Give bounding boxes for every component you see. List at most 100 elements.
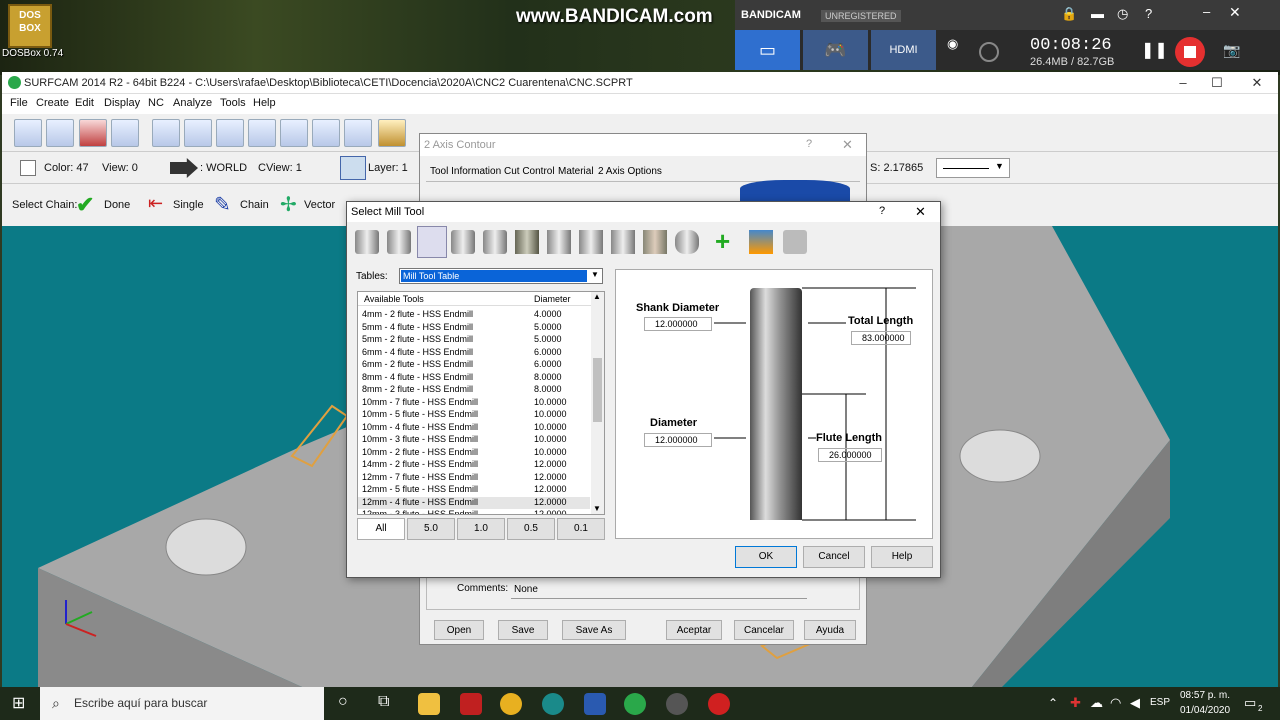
cortana-icon[interactable]: ○ [338, 693, 348, 711]
dosbox-icon[interactable]: DOS BOX [8, 4, 52, 48]
arduino-icon[interactable] [542, 693, 564, 715]
color-swatch[interactable] [20, 160, 36, 176]
taper-endmill-icon[interactable] [451, 230, 475, 254]
close-icon[interactable]: ✕ [1229, 4, 1241, 21]
delete-tool-icon[interactable] [783, 230, 807, 254]
counter-sink-icon[interactable] [643, 230, 667, 254]
menu-help[interactable]: Help [253, 97, 276, 109]
filter-1[interactable]: 1.0 [457, 518, 505, 540]
table-row[interactable]: 12mm - 3 flute - HSS Endmill 12.0000 [358, 509, 590, 514]
screen-mode-button[interactable]: ▭ [735, 30, 800, 70]
center-drill-icon[interactable] [611, 230, 635, 254]
reamer-icon[interactable] [579, 230, 603, 254]
lock-icon[interactable]: 🔒 [1061, 6, 1077, 22]
pan-icon[interactable] [280, 119, 308, 147]
flat-endmill-icon[interactable] [355, 230, 379, 254]
filter-0-1[interactable]: 0.1 [557, 518, 605, 540]
zoom-out-icon[interactable] [248, 119, 276, 147]
save-as-button[interactable]: Save As [562, 620, 626, 640]
help-button[interactable]: Help [871, 546, 933, 568]
cancelar-button[interactable]: Cancelar [734, 620, 794, 640]
windows-start-icon[interactable]: ⊞ [12, 693, 25, 713]
clock-icon[interactable]: ◷ [1117, 6, 1128, 22]
table-row[interactable]: 12mm - 4 flute - HSS Endmill 12.0000 [358, 496, 590, 509]
table-select[interactable]: Mill Tool Table ▼ [399, 268, 603, 284]
mill-help-icon[interactable]: ? [879, 205, 885, 217]
save-button[interactable]: Save [498, 620, 548, 640]
bull-endmill-icon[interactable] [417, 226, 447, 258]
table-row[interactable]: 8mm - 2 flute - HSS Endmill 8.0000 [358, 384, 590, 397]
table-row[interactable]: 5mm - 2 flute - HSS Endmill 5.0000 [358, 334, 590, 347]
view-value[interactable]: View: 0 [102, 162, 138, 174]
filter-0-5[interactable]: 0.5 [507, 518, 555, 540]
world-value[interactable]: : WORLD [200, 162, 247, 174]
maximize-button[interactable]: ☐ [1202, 75, 1232, 91]
bandicam-taskbar-icon[interactable] [708, 693, 730, 715]
table-row[interactable]: 12mm - 7 flute - HSS Endmill 12.0000 [358, 472, 590, 485]
folder-icon[interactable]: ▬ [1091, 6, 1104, 21]
tap-icon[interactable] [547, 230, 571, 254]
col-header-tools[interactable]: Available Tools [364, 294, 424, 304]
check-icon[interactable]: ✔ [76, 192, 94, 218]
chain-button[interactable]: Chain [240, 199, 269, 211]
diameter-value[interactable]: 12.000000 [644, 433, 712, 447]
shank-diameter-value[interactable]: 12.000000 [644, 317, 712, 331]
menu-display[interactable]: Display [104, 97, 140, 109]
face-mill-icon[interactable] [515, 230, 539, 254]
views-icon[interactable] [312, 119, 340, 147]
clock-time[interactable]: 08:57 p. m. [1180, 690, 1230, 701]
minimize-button[interactable]: – [1168, 75, 1198, 90]
filter-all[interactable]: All [357, 518, 405, 540]
save-icon[interactable] [79, 119, 107, 147]
tab-material[interactable]: Material [558, 166, 594, 177]
rotate-icon[interactable] [184, 119, 212, 147]
taskbar-search[interactable]: Escribe aquí para buscar [40, 687, 324, 720]
tab-cut-control[interactable]: Cut Control [504, 166, 555, 177]
menu-tools[interactable]: Tools [220, 97, 246, 109]
color-value[interactable]: Color: 47 [44, 162, 89, 174]
open-file-icon[interactable] [46, 119, 74, 147]
game-mode-button[interactable]: 🎮 [803, 30, 868, 70]
chrome-icon[interactable] [500, 693, 522, 715]
vector-icon[interactable]: ✢ [280, 192, 297, 217]
volume-icon[interactable]: ◀ [1130, 695, 1140, 711]
list-scrollbar[interactable]: ▲ ▼ [591, 292, 604, 514]
zoom-fit-icon[interactable] [152, 119, 180, 147]
line-style-select[interactable]: ▼ [936, 158, 1010, 178]
menu-edit[interactable]: Edit [75, 97, 94, 109]
ayuda-button[interactable]: Ayuda [804, 620, 856, 640]
cancel-button[interactable]: Cancel [803, 546, 865, 568]
help-icon[interactable]: ? [1145, 6, 1152, 21]
notification-icon[interactable]: ▭ [1244, 695, 1256, 711]
table-row[interactable]: 5mm - 4 flute - HSS Endmill 5.0000 [358, 322, 590, 335]
wifi-icon[interactable]: ◠ [1110, 695, 1121, 711]
window-close-button[interactable]: ✕ [1242, 75, 1272, 91]
media-icon[interactable] [666, 693, 688, 715]
table-row[interactable]: 10mm - 5 flute - HSS Endmill 10.0000 [358, 409, 590, 422]
col-header-diameter[interactable]: Diameter [534, 294, 571, 304]
language-indicator[interactable]: ESP [1150, 697, 1170, 708]
menu-nc[interactable]: NC [148, 97, 164, 109]
table-row[interactable]: 10mm - 2 flute - HSS Endmill 10.0000 [358, 447, 590, 460]
screenshot-icon[interactable]: 📷 [1223, 42, 1240, 59]
filter-5[interactable]: 5.0 [407, 518, 455, 540]
total-length-value[interactable]: 83.000000 [851, 331, 911, 345]
hdmi-mode-button[interactable]: HDMI [871, 30, 936, 70]
task-view-icon[interactable]: ⧉ [378, 693, 389, 711]
tab-tool-information[interactable]: Tool Information [430, 166, 501, 177]
new-file-icon[interactable] [14, 119, 42, 147]
flute-length-value[interactable]: 26.000000 [818, 448, 882, 462]
camera-icon[interactable] [979, 42, 999, 62]
table-row[interactable]: 14mm - 2 flute - HSS Endmill 12.0000 [358, 459, 590, 472]
table-row[interactable]: 10mm - 3 flute - HSS Endmill 10.0000 [358, 434, 590, 447]
print-icon[interactable] [111, 119, 139, 147]
mill-close-icon[interactable]: ✕ [915, 204, 926, 220]
table-row[interactable]: 12mm - 5 flute - HSS Endmill 12.0000 [358, 484, 590, 497]
scrollbar-thumb[interactable] [593, 358, 602, 422]
chevron-up-icon[interactable]: ⌃ [1048, 696, 1058, 710]
table-row[interactable]: 10mm - 4 flute - HSS Endmill 10.0000 [358, 422, 590, 435]
table-row[interactable]: 10mm - 7 flute - HSS Endmill 10.0000 [358, 397, 590, 410]
multi-view-icon[interactable] [344, 119, 372, 147]
cloud-icon[interactable]: ☁ [1090, 695, 1103, 711]
contour-help-icon[interactable]: ? [806, 138, 812, 150]
